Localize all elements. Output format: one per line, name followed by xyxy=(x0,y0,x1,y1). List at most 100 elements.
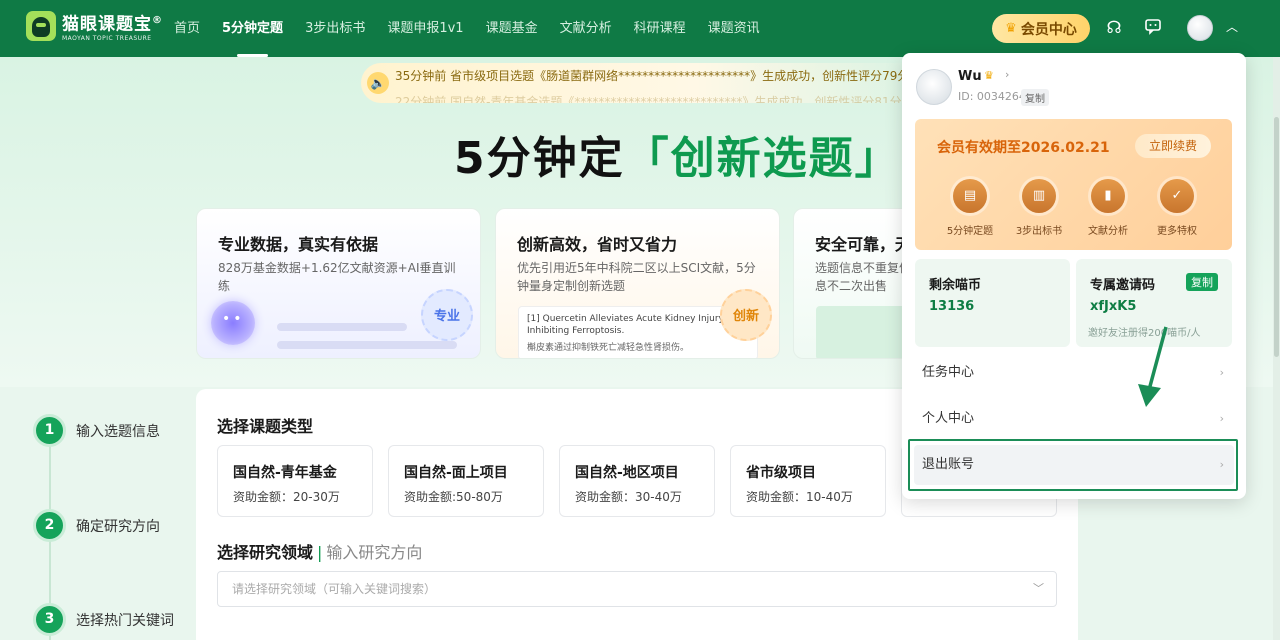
section-title-topic-type: 选择课题类型 xyxy=(217,417,314,436)
user-id: ID: 0034264 xyxy=(958,90,1026,103)
menu-personal-center[interactable]: 个人中心 › xyxy=(914,399,1234,439)
notice-line: 22分钟前 国自然-青年基金选题《***********************… xyxy=(395,95,902,103)
menu-task-center[interactable]: 任务中心 › xyxy=(914,353,1234,393)
menu-label: 任务中心 xyxy=(922,365,975,380)
vip-feature-5min-topic[interactable]: ▤ 5分钟定题 xyxy=(935,179,1005,237)
user-avatar[interactable] xyxy=(916,69,952,105)
chevron-right-icon: › xyxy=(1219,412,1224,425)
research-field-placeholder: 请选择研究领域（可输入关键词搜索） xyxy=(232,582,437,596)
chevron-up-icon[interactable]: ︿ xyxy=(1226,18,1238,35)
vip-expire-date: 会员有效期至2026.02.21 xyxy=(937,140,1110,156)
topic-type-name: 国自然-面上项目 xyxy=(404,465,508,481)
notice-ticker: 🔈 35分钟前 省市级项目选题《肠道菌群网络******************… xyxy=(361,63,921,103)
topic-type-amount: 资助金额：20-30万 xyxy=(233,490,340,504)
feature-card-data: 专业数据，真实有依据 828万基金数据+1.62亿文献资源+AI垂直训练 专业 xyxy=(196,208,481,359)
logo-subtitle: MAOYAN TOPIC TREASURE xyxy=(62,34,152,42)
nav-home[interactable]: 首页 xyxy=(174,0,200,57)
hero-title-highlight: 「创新选题」 xyxy=(624,133,901,184)
support-headset-icon[interactable]: ☊ xyxy=(1103,17,1125,39)
placeholder-line xyxy=(277,341,457,349)
vip-feature-label: 5分钟定题 xyxy=(946,226,994,237)
vip-center-label: 会员中心 xyxy=(1020,21,1077,38)
nav-literature-analysis[interactable]: 文献分析 xyxy=(560,0,612,57)
nav-topic-fund[interactable]: 课题基金 xyxy=(486,0,538,57)
vip-feature-3step-proposal[interactable]: ▥ 3步出标书 xyxy=(1004,179,1074,237)
topic-type-option[interactable]: 省市级项目 资助金额：10-40万 xyxy=(730,445,886,517)
feature-desc: 选题信息不重复信息不二次出售 xyxy=(815,261,912,293)
invite-code: xfJxK5 xyxy=(1090,299,1137,314)
vip-center-button[interactable]: ♛ 会员中心 xyxy=(992,14,1090,43)
feature-badge: 创新 xyxy=(720,289,772,341)
registered-mark: ® xyxy=(152,15,163,26)
topic-type-name: 国自然-青年基金 xyxy=(233,465,337,481)
step-number: 2 xyxy=(33,509,66,542)
menu-label: 个人中心 xyxy=(922,411,975,426)
crown-icon: ♛ xyxy=(1005,21,1017,36)
document-icon: ▤ xyxy=(953,179,987,213)
research-field-tab[interactable]: 选择研究领域 xyxy=(217,543,313,562)
feature-title: 创新高效，省时又省力 xyxy=(517,235,678,254)
vip-feature-literature[interactable]: ▮ 文献分析 xyxy=(1073,179,1143,237)
invite-title: 专属邀请码 xyxy=(1090,278,1156,293)
nav-topic-apply-1v1[interactable]: 课题申报1v1 xyxy=(387,0,463,57)
nav-3step-proposal[interactable]: 3步出标书 xyxy=(305,0,365,57)
placeholder-line xyxy=(277,323,407,331)
vip-feature-label: 文献分析 xyxy=(1088,226,1128,237)
chevron-right-icon[interactable]: › xyxy=(1005,68,1009,81)
topic-type-option[interactable]: 国自然-地区项目 资助金额：30-40万 xyxy=(559,445,715,517)
research-direction-tab[interactable]: 输入研究方向 xyxy=(326,543,422,562)
step-1: 1 输入选题信息 xyxy=(33,414,160,447)
nav-5min-topic[interactable]: 5分钟定题 xyxy=(222,0,283,57)
paper-en-title: [1] Quercetin Alleviates Acute Kidney In… xyxy=(527,314,739,336)
topic-type-option[interactable]: 国自然-青年基金 资助金额：20-30万 xyxy=(217,445,373,517)
speaker-icon: 🔈 xyxy=(367,72,389,94)
ai-robot-icon xyxy=(211,301,255,345)
user-name[interactable]: Wu xyxy=(958,69,982,84)
renew-button[interactable]: 立即续费 xyxy=(1135,134,1211,158)
step-label: 输入选题信息 xyxy=(76,423,160,440)
chevron-down-icon: ﹀ xyxy=(1033,582,1044,595)
feature-card-innovation: 创新高效，省时又省力 优先引用近5年中科院二区以上SCI文献，5分钟量身定制创新… xyxy=(495,208,780,359)
vip-feature-label: 更多特权 xyxy=(1157,226,1197,237)
user-avatar[interactable] xyxy=(1187,15,1213,41)
user-dropdown-menu: Wu ♛ › ID: 0034264 复制 会员有效期至2026.02.21 立… xyxy=(902,53,1246,499)
topic-type-option[interactable]: 国自然-面上项目 资助金额:50-80万 xyxy=(388,445,544,517)
nav-research-courses[interactable]: 科研课程 xyxy=(634,0,686,57)
copy-id-button[interactable]: 复制 xyxy=(1021,89,1049,106)
book-icon: ▥ xyxy=(1022,179,1056,213)
hero-title: 5分钟定「创新选题」 xyxy=(454,122,901,186)
crown-icon: ♛ xyxy=(984,69,994,82)
research-field-select[interactable]: 请选择研究领域（可输入关键词搜索） ﹀ xyxy=(217,571,1057,607)
main-nav: 首页 5分钟定题 3步出标书 课题申报1v1 课题基金 文献分析 科研课程 课题… xyxy=(174,0,782,57)
step-number: 3 xyxy=(33,603,66,636)
copy-invite-button[interactable]: 复制 xyxy=(1186,273,1218,291)
feature-title: 专业数据，真实有依据 xyxy=(218,235,379,254)
logo-text: 猫眼课题宝® MAOYAN TOPIC TREASURE xyxy=(62,11,163,42)
hero-title-main: 5分钟定 xyxy=(454,133,625,184)
vip-membership-panel: 会员有效期至2026.02.21 立即续费 ▤ 5分钟定题 ▥ 3步出标书 ▮ … xyxy=(915,119,1232,250)
step-number: 1 xyxy=(33,414,66,447)
title-separator: | xyxy=(317,543,323,562)
invite-hint: 邀好友注册得200喵币/人 xyxy=(1088,328,1201,339)
coins-panel: 剩余喵币 13136 xyxy=(915,259,1070,347)
logo[interactable]: 猫眼课题宝® MAOYAN TOPIC TREASURE xyxy=(26,11,163,42)
topic-type-name: 省市级项目 xyxy=(746,465,816,481)
nav-topic-news[interactable]: 课题资讯 xyxy=(708,0,760,57)
feature-title: 安全可靠，无 xyxy=(815,235,912,254)
section-title-research-field: 选择研究领域 | 输入研究方向 xyxy=(217,539,422,563)
vip-feature-label: 3步出标书 xyxy=(1015,226,1063,237)
more-privileges-icon: ✓ xyxy=(1160,179,1194,213)
page-scrollbar[interactable] xyxy=(1273,57,1280,640)
scrollbar-thumb[interactable] xyxy=(1274,117,1279,357)
step-label: 确定研究方向 xyxy=(76,518,160,535)
paper-cn-title: 槲皮素通过抑制铁死亡减轻急性肾损伤。 xyxy=(527,343,690,353)
step-2: 2 确定研究方向 xyxy=(33,509,160,542)
step-3: 3 选择热门关键词 xyxy=(33,603,174,636)
invite-panel: 专属邀请码 复制 xfJxK5 邀好友注册得200喵币/人 xyxy=(1076,259,1232,347)
top-nav-bar: 猫眼课题宝® MAOYAN TOPIC TREASURE 首页 5分钟定题 3步… xyxy=(0,0,1280,57)
message-icon[interactable] xyxy=(1142,17,1164,39)
topic-type-name: 国自然-地区项目 xyxy=(575,465,679,481)
bar-chart-icon: ▮ xyxy=(1091,179,1125,213)
cat-logo-icon xyxy=(26,11,56,42)
vip-feature-more[interactable]: ✓ 更多特权 xyxy=(1142,179,1212,237)
